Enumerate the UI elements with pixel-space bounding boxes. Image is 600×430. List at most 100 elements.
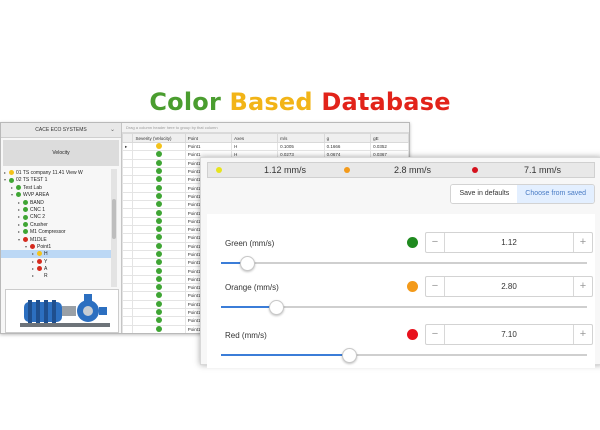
severity-cell — [132, 266, 186, 276]
status-dot-icon — [37, 266, 42, 272]
row-indicator — [121, 249, 134, 260]
tree-item[interactable]: ▸ CNC 1 — [1, 206, 113, 213]
severity-cell — [132, 224, 186, 235]
severity-cell — [132, 200, 186, 210]
severity-cell — [132, 208, 186, 218]
tree-scrollbar[interactable] — [111, 169, 117, 287]
severity-cell — [132, 307, 186, 318]
severity-cell — [132, 158, 186, 168]
decrement-button[interactable]: − — [426, 233, 445, 252]
tree-item-label: CNC 2 — [30, 214, 46, 221]
tree-item[interactable]: ▸ Test Lab — [1, 184, 113, 191]
column-header[interactable]: Severity (Velocity) — [132, 133, 186, 143]
increment-button[interactable]: + — [573, 325, 592, 344]
increment-button[interactable]: + — [573, 277, 592, 296]
status-dot-icon — [23, 214, 28, 220]
row-indicator-header — [121, 133, 134, 143]
threshold-row-red: Red (mm/s) −7.10 + — [217, 324, 593, 368]
column-header[interactable]: gE — [370, 133, 409, 143]
severity-status-icon — [156, 168, 163, 175]
decrement-button[interactable]: − — [426, 277, 445, 296]
headline: Color Based Database — [0, 88, 600, 116]
threshold-card: Green (mm/s) −1.12 + Orange (mm/s) −2.80 + Red… — [207, 214, 595, 368]
status-dot-icon — [37, 251, 42, 257]
slider-handle[interactable] — [268, 300, 284, 315]
severity-cell — [132, 249, 186, 260]
slider-fill — [221, 354, 350, 356]
threshold-slider[interactable] — [221, 300, 587, 315]
slider-handle[interactable] — [342, 348, 358, 363]
threshold-legend: 1.12 mm/s 2.8 mm/s 7.1 mm/s — [207, 162, 595, 178]
status-dot-icon — [23, 199, 28, 205]
column-header[interactable]: Axes — [231, 133, 279, 143]
velocity-button[interactable]: Velocity — [3, 140, 119, 166]
threshold-slider[interactable] — [221, 256, 587, 271]
save-in-defaults-button[interactable]: Save in defaults — [451, 185, 518, 203]
status-dot-icon — [30, 244, 35, 250]
tree-item-label: A — [44, 266, 48, 273]
threshold-value-input[interactable]: 1.12 — [445, 233, 573, 252]
tree-item-label: WVP AREA — [23, 192, 50, 199]
threshold-value-input[interactable]: 2.80 — [445, 277, 573, 296]
row-indicator — [121, 233, 134, 243]
tree-item[interactable]: ▾ WVP AREA — [1, 191, 113, 198]
column-header[interactable]: g — [323, 133, 372, 143]
row-indicator — [121, 183, 134, 193]
column-header[interactable]: Point — [184, 133, 233, 143]
table-cell-axes: H — [231, 141, 279, 152]
legend-threshold-text: 1.12 mm/s — [264, 165, 307, 175]
tree-item[interactable]: ▾ M1DLE — [1, 236, 113, 243]
tree-item-label: R — [44, 273, 48, 280]
tree-item[interactable]: ▸ A — [1, 265, 113, 272]
tree-item-label: M1DLE — [30, 236, 47, 243]
increment-button[interactable]: + — [573, 233, 592, 252]
choose-from-saved-button[interactable]: Choose from saved — [517, 185, 594, 203]
row-indicator — [121, 324, 134, 333]
tree-item[interactable]: ▸ Y — [1, 258, 113, 265]
status-dot-icon — [23, 221, 28, 227]
severity-status-icon — [156, 143, 163, 150]
threshold-color-dot-icon — [407, 329, 418, 340]
row-indicator — [121, 332, 134, 333]
tree-item[interactable]: ▸ M1 Compressor — [1, 228, 113, 235]
pane-title: CACE ECO SYSTEMS ⌄ — [1, 123, 121, 138]
status-dot-icon — [16, 192, 21, 198]
tree-item[interactable]: ▸ CNC 2 — [1, 213, 113, 220]
machine-image — [5, 289, 119, 333]
tree-item[interactable]: ▸ BAND — [1, 199, 113, 206]
chevron-down-icon[interactable]: ⌄ — [110, 123, 115, 137]
tree-item-label: Test Lab — [23, 184, 42, 191]
tree-item-label: H — [44, 251, 48, 258]
slider-handle[interactable] — [239, 256, 255, 271]
threshold-row-green: Green (mm/s) −1.12 + — [217, 232, 593, 276]
tree-item[interactable]: ▾ Point1 — [1, 243, 113, 250]
severity-status-icon — [156, 300, 163, 307]
severity-status-icon — [156, 176, 163, 183]
severity-cell — [132, 299, 186, 309]
status-dot-icon — [23, 236, 28, 242]
table-cell-ge: 0.0352 — [370, 141, 409, 152]
navigation-pane: CACE ECO SYSTEMS ⌄ Velocity ▸ 01 TS compa… — [1, 123, 122, 333]
column-header[interactable]: m/s — [277, 133, 325, 143]
decrement-button[interactable]: − — [426, 325, 445, 344]
severity-status-icon — [156, 192, 163, 199]
severity-cell — [132, 324, 186, 333]
tree-item[interactable]: ▸ H — [1, 250, 113, 258]
tree-item[interactable]: ▸ 01 TS company 11.41 View W — [1, 169, 113, 176]
threshold-slider[interactable] — [221, 348, 587, 363]
pane-title-text: CACE ECO SYSTEMS — [35, 127, 87, 133]
tree-item[interactable]: ▸ R — [1, 272, 113, 279]
legend-dot-icon — [344, 167, 350, 173]
tree-item[interactable]: ▾ 02 TS TEST 1 — [1, 176, 113, 183]
legend-dot-icon — [216, 167, 222, 173]
scrollbar-thumb[interactable] — [112, 199, 116, 239]
row-indicator: ▸ — [121, 141, 134, 152]
row-indicator — [121, 291, 134, 301]
table-row[interactable]: ▸ Point1 H 0.1005 0.1666 0.0352 — [121, 141, 409, 152]
row-indicator — [121, 200, 134, 210]
severity-status-icon — [156, 259, 163, 266]
tree-item-label: Y — [44, 258, 48, 265]
tree-item[interactable]: ▸ Crusher — [1, 221, 113, 228]
tree-item-label: Point1 — [37, 243, 52, 250]
threshold-value-input[interactable]: 7.10 — [445, 325, 573, 344]
